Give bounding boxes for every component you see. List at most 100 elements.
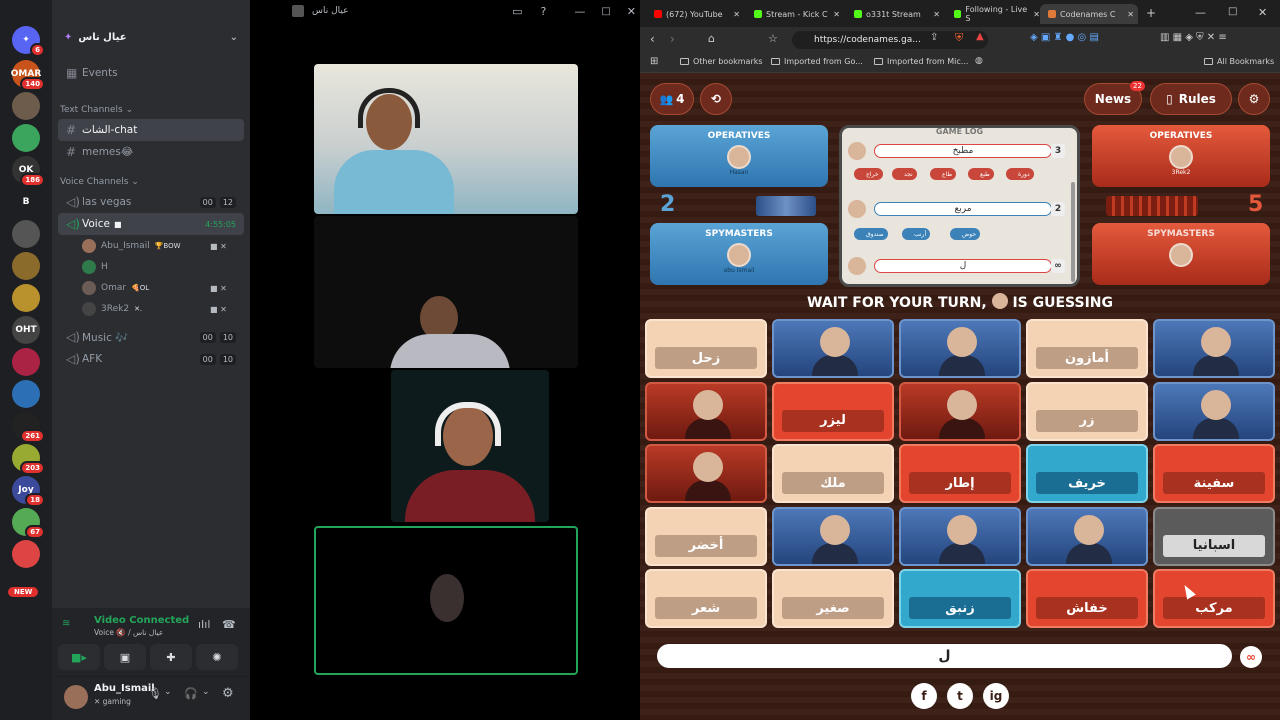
voice-user[interactable]: 3Rek2 ✕. ■ ✕ xyxy=(82,300,227,318)
soundboard-button[interactable]: ✺ xyxy=(196,644,238,670)
bookmark-folder[interactable]: Imported from Mic... xyxy=(874,57,968,66)
revealed-agent-card[interactable] xyxy=(645,444,767,503)
browser-tab[interactable]: Following - Live S ✕ xyxy=(946,4,1044,24)
voice-user[interactable]: H xyxy=(82,258,113,276)
mic-icon[interactable]: 🎙 xyxy=(148,687,162,700)
voice-channel-afk[interactable]: ◁) AFK 00 10 xyxy=(58,348,244,370)
word-card[interactable]: خريف xyxy=(1026,444,1148,503)
back-icon[interactable]: ‹ xyxy=(650,32,655,46)
voice-channel-las-vegas[interactable]: ◁) las vegas 00 12 xyxy=(58,191,244,213)
rules-button[interactable]: ▯ Rules xyxy=(1150,83,1232,115)
server-icon[interactable]: 261 xyxy=(12,412,45,443)
server-icon[interactable]: OHT xyxy=(12,316,40,344)
close-icon[interactable]: ✕ xyxy=(1127,10,1134,19)
word-card[interactable]: خفاش xyxy=(1026,569,1148,628)
word-card[interactable]: زر xyxy=(1026,381,1148,441)
minimize-icon[interactable]: — xyxy=(1195,6,1206,19)
word-card[interactable]: اسبانيا xyxy=(1153,506,1275,566)
text-channels-category[interactable]: Text Channels ⌄ xyxy=(60,105,133,115)
server-icon[interactable] xyxy=(12,124,40,152)
log-scrollbar[interactable] xyxy=(1071,182,1075,282)
voice-channels-category[interactable]: Voice Channels ⌄ xyxy=(60,177,139,187)
voice-user[interactable]: Omar 🍕OL ■ ✕ xyxy=(82,279,227,297)
server-icon[interactable] xyxy=(12,284,40,312)
new-badge[interactable]: NEW xyxy=(8,587,39,597)
chevron-down-icon[interactable]: ⌄ xyxy=(202,687,210,697)
revealed-agent-card[interactable] xyxy=(772,319,894,378)
screen-share-button[interactable]: ▣ xyxy=(104,644,146,670)
video-tile-2[interactable] xyxy=(314,216,578,368)
revealed-agent-card[interactable] xyxy=(1153,319,1275,378)
browser-tab[interactable]: Stream - Kick C ✕ xyxy=(746,4,844,24)
word-card[interactable]: سفينة xyxy=(1153,444,1275,503)
revealed-agent-card[interactable] xyxy=(899,319,1021,378)
events-item[interactable]: ▦ Events xyxy=(58,62,244,84)
discord-home-icon[interactable]: ✦ 6 xyxy=(12,26,45,57)
user-avatar[interactable] xyxy=(64,685,88,709)
browser-tab[interactable]: Codenames C ✕ xyxy=(1040,4,1138,24)
word-card[interactable]: شعر xyxy=(645,569,767,628)
word-card[interactable]: أخضر xyxy=(645,506,767,566)
close-icon[interactable]: ✕ xyxy=(627,5,636,18)
revealed-agent-card[interactable] xyxy=(1026,506,1148,566)
close-icon[interactable]: ✕ xyxy=(1258,6,1267,19)
close-icon[interactable]: ✕ xyxy=(1033,10,1040,19)
revealed-agent-card[interactable] xyxy=(899,381,1021,441)
maximize-icon[interactable]: □ xyxy=(601,6,610,17)
close-icon[interactable]: ✕ xyxy=(933,10,940,19)
close-icon[interactable]: ✕ xyxy=(833,10,840,19)
channel-memes[interactable]: # memes😂 xyxy=(58,141,244,163)
video-tile-self[interactable] xyxy=(314,526,578,675)
chevron-down-icon[interactable]: ⌄ xyxy=(164,687,172,697)
server-icon[interactable] xyxy=(12,348,40,376)
settings-button[interactable]: ⚙ xyxy=(1238,83,1270,115)
activities-button[interactable]: ✚ xyxy=(150,644,192,670)
video-tile-3[interactable] xyxy=(391,370,549,522)
revealed-agent-card[interactable] xyxy=(899,506,1021,566)
players-button[interactable]: 👥 4 xyxy=(650,83,694,115)
bookmark-folder[interactable]: Imported from Go... xyxy=(771,57,863,66)
word-card[interactable]: ملك xyxy=(772,444,894,503)
settings-gear-icon[interactable]: ⚙ xyxy=(222,686,234,701)
revealed-agent-card[interactable] xyxy=(645,381,767,441)
channel-chat[interactable]: # الشات-chat xyxy=(58,119,244,141)
server-icon[interactable]: 67 xyxy=(12,508,45,539)
word-card[interactable]: زحل xyxy=(645,319,767,378)
shield-icon[interactable]: ⛨ xyxy=(955,31,963,45)
new-tab-icon[interactable]: + xyxy=(1146,6,1156,20)
game-log[interactable]: GAME LOG مطبخ 3 مربع 2 ل ∞ خراج نجد طاع طبع دورة صن… xyxy=(839,125,1080,287)
headphones-icon[interactable]: 🎧 xyxy=(184,687,198,700)
server-icon[interactable] xyxy=(12,380,40,408)
video-tile-1[interactable] xyxy=(314,64,578,214)
sidebar-icon[interactable]: ▥ ▦ ◈ ⛨ ✕ ≡ xyxy=(1160,32,1227,43)
camera-button[interactable]: ■▸ xyxy=(58,644,100,670)
popout-icon[interactable]: ▭ xyxy=(512,5,522,18)
reset-button[interactable]: ⟲ xyxy=(700,83,732,115)
instagram-icon[interactable]: ig xyxy=(983,683,1009,709)
disconnect-icon[interactable]: ☎ xyxy=(222,618,236,631)
server-icon[interactable] xyxy=(12,252,40,280)
all-bookmarks[interactable]: All Bookmarks xyxy=(1204,57,1274,66)
browser-tab[interactable]: (672) YouTube ✕ xyxy=(646,4,744,24)
server-icon[interactable]: 203 xyxy=(12,444,45,475)
username[interactable]: Abu_Ismail xyxy=(94,683,155,694)
maximize-icon[interactable]: □ xyxy=(1228,6,1237,17)
voice-channel-music[interactable]: ◁) Music 🎶 00 10 xyxy=(58,326,244,348)
server-icon[interactable]: OMAR 140 xyxy=(11,60,45,91)
forward-icon[interactable]: › xyxy=(670,32,675,46)
help-icon[interactable]: ? xyxy=(540,5,546,18)
word-card[interactable]: ليزر xyxy=(772,381,894,441)
revealed-agent-card[interactable] xyxy=(1153,381,1275,441)
noise-suppression-icon[interactable]: ıIıl xyxy=(198,618,210,631)
close-icon[interactable]: ✕ xyxy=(733,10,740,19)
apps-icon[interactable]: ⊞ xyxy=(650,56,658,67)
share-icon[interactable]: ⇪ xyxy=(930,32,938,43)
bookmark-icon[interactable]: ☆ xyxy=(768,32,778,45)
home-icon[interactable]: ⌂ xyxy=(708,32,715,45)
server-icon[interactable] xyxy=(12,220,40,248)
word-card[interactable]: أمازون xyxy=(1026,319,1148,378)
server-icon[interactable] xyxy=(12,92,40,120)
minimize-icon[interactable]: — xyxy=(574,5,585,18)
alert-icon[interactable]: ▲ xyxy=(976,31,984,42)
word-card[interactable]: مركب xyxy=(1153,569,1275,628)
